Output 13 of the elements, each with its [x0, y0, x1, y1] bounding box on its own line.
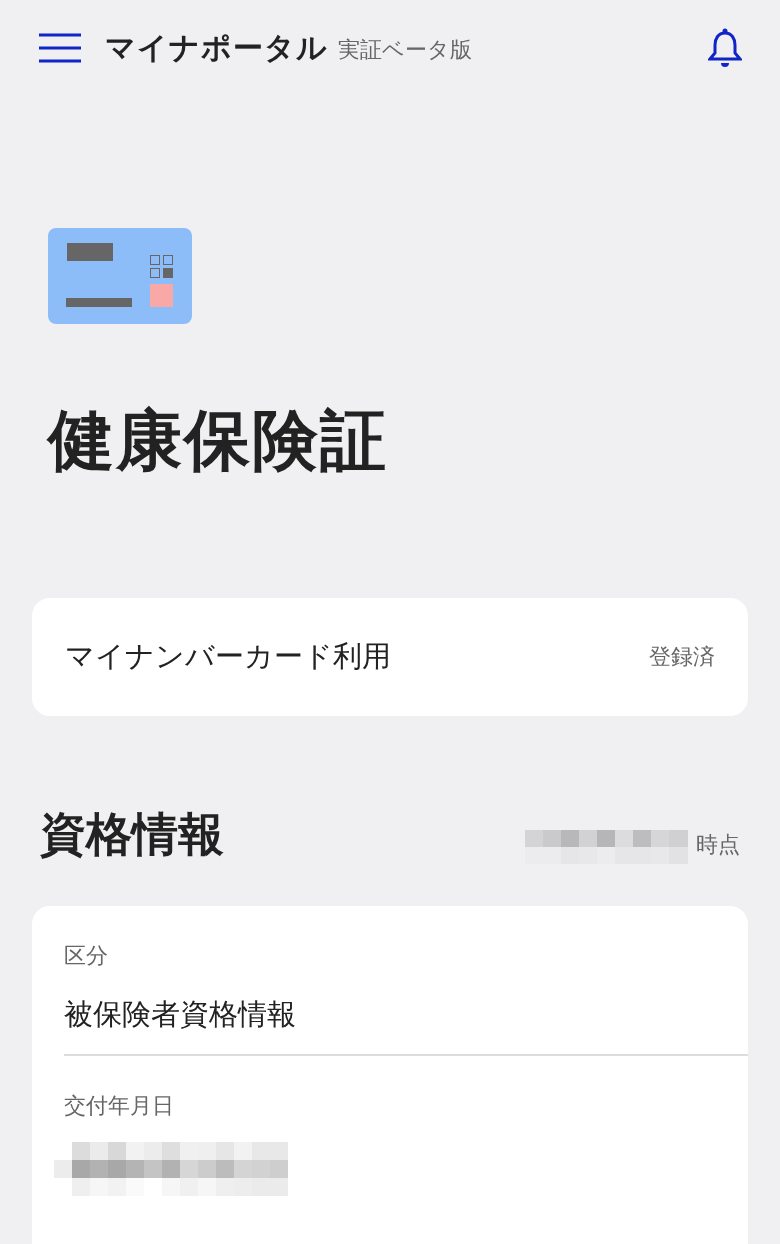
field-label: 交付年月日 — [64, 1092, 175, 1120]
field-value: 被保険者資格情報 — [64, 996, 297, 1033]
field-label: 区分 — [64, 942, 109, 970]
bell-icon[interactable] — [708, 28, 742, 68]
section-title: 資格情報 — [40, 806, 224, 863]
usage-label: マイナンバーカード利用 — [65, 638, 391, 675]
app-title: マイナポータル — [105, 28, 328, 67]
usage-status: 登録済 — [649, 643, 715, 671]
card-icon — [48, 228, 192, 324]
page-title: 健康保険証 — [48, 401, 389, 481]
as-of-label: 時点 — [696, 831, 740, 859]
menu-icon[interactable] — [39, 33, 81, 63]
app-subtitle: 実証ベータ版 — [338, 36, 472, 64]
